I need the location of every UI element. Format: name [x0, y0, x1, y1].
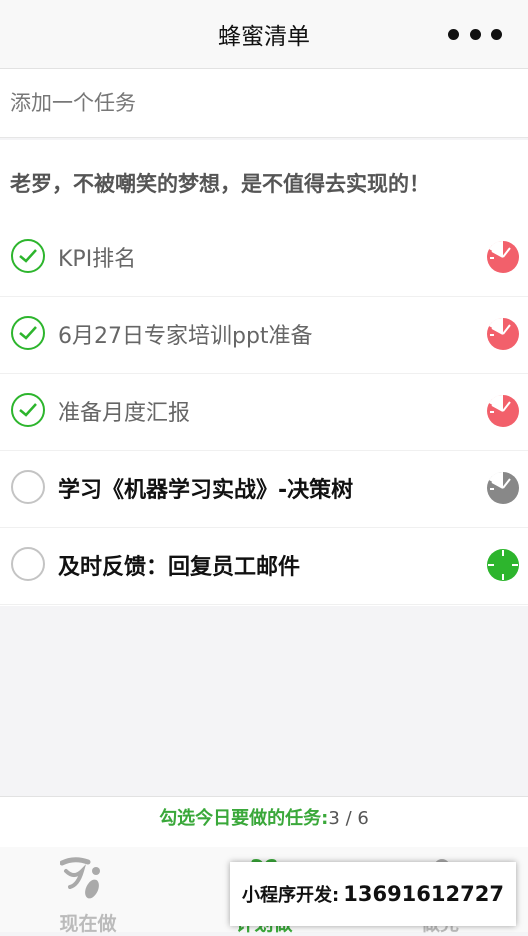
add-task-input[interactable]: [10, 87, 510, 119]
contact-phone: 13691612727: [343, 882, 504, 906]
check-icon: [19, 249, 37, 263]
page-title: 蜂蜜清单: [218, 24, 310, 50]
task-item[interactable]: KPI排名: [0, 220, 528, 297]
task-label: KPI排名: [58, 247, 137, 272]
dot: [491, 28, 502, 40]
more-dots-icon[interactable]: [448, 24, 502, 44]
task-label: 及时反馈：回复员工邮件: [58, 555, 301, 580]
status-label: 勾选今日要做的任务:: [159, 808, 329, 829]
task-checkbox-checked[interactable]: [11, 393, 45, 427]
now-icon: [60, 857, 100, 899]
timer-icon[interactable]: [486, 394, 520, 428]
timer-icon[interactable]: [486, 548, 520, 582]
task-label: 准备月度汇报: [58, 401, 191, 426]
timer-icon[interactable]: [486, 471, 520, 505]
task-checkbox-unchecked[interactable]: [11, 470, 45, 504]
task-item[interactable]: 及时反馈：回复员工邮件: [0, 528, 528, 605]
contact-popup: 小程序开发: 13691612727: [230, 862, 516, 926]
task-item[interactable]: 准备月度汇报: [0, 374, 528, 451]
selection-status: 勾选今日要做的任务:3 / 6: [0, 796, 528, 848]
check-icon: [19, 403, 37, 417]
task-item[interactable]: 6月27日专家培训ppt准备: [0, 297, 528, 374]
task-item[interactable]: 学习《机器学习实战》-决策树: [0, 451, 528, 528]
contact-label: 小程序开发:: [242, 885, 340, 906]
task-checkbox-checked[interactable]: [11, 316, 45, 350]
navigation-bar: 蜂蜜清单: [0, 0, 528, 69]
status-count: 3 / 6: [328, 808, 369, 829]
task-label: 6月27日专家培训ppt准备: [58, 324, 313, 349]
dot: [448, 28, 459, 40]
motto-text: 老罗，不被嘲笑的梦想，是不值得去实现的！: [10, 172, 430, 196]
task-checkbox-checked[interactable]: [11, 239, 45, 273]
task-label: 学习《机器学习实战》-决策树: [58, 478, 354, 503]
dot: [469, 28, 481, 40]
add-task-row: [0, 69, 528, 138]
task-checkbox-unchecked[interactable]: [11, 547, 45, 581]
tab-now[interactable]: 现在做: [0, 847, 176, 935]
timer-icon[interactable]: [486, 317, 520, 351]
task-list: 老罗，不被嘲笑的梦想，是不值得去实现的！ KPI排名 6月27日专家培训ppt准…: [0, 140, 528, 606]
timer-icon[interactable]: [486, 240, 520, 274]
check-icon: [19, 326, 37, 340]
